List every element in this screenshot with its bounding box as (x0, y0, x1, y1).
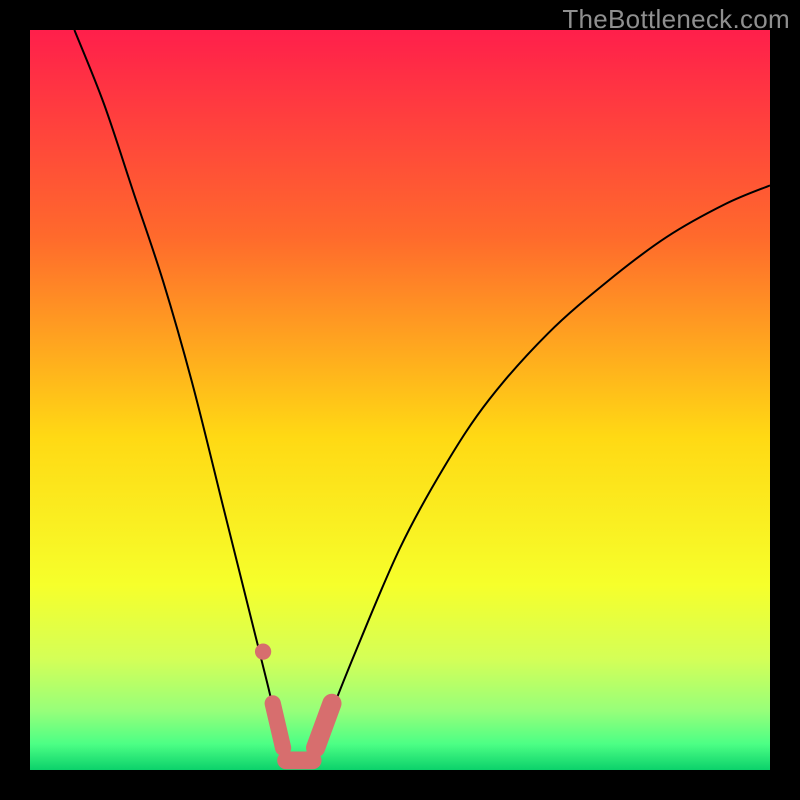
plot-area (30, 30, 770, 770)
highlight-dot-left (255, 643, 271, 659)
watermark-text: TheBottleneck.com (562, 4, 790, 35)
highlight-band-left (273, 703, 283, 747)
chart-frame: TheBottleneck.com (0, 0, 800, 800)
gradient-background (30, 30, 770, 770)
chart-canvas (30, 30, 770, 770)
